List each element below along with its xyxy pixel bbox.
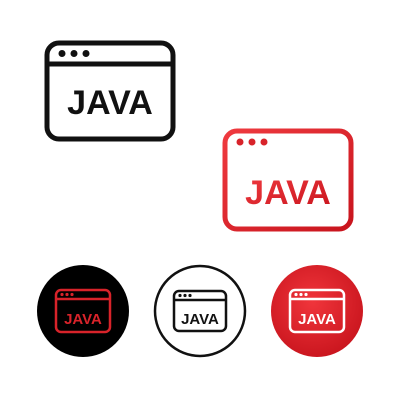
java-browser-icon-outline-circle: JAVA (153, 264, 247, 358)
java-browser-icon-black-outline: JAVA (44, 40, 176, 142)
circle-badge-icon: JAVA (271, 265, 363, 357)
java-browser-icon-red-outline: JAVA (222, 128, 354, 232)
java-label: JAVA (245, 174, 331, 212)
window-dot-icon (65, 292, 69, 297)
window-dot-icon (294, 292, 298, 297)
browser-window-icon: JAVA (44, 40, 176, 142)
circle-badge-icon: JAVA (153, 264, 247, 358)
java-label: JAVA (64, 311, 102, 328)
window-dot-icon (248, 138, 256, 146)
window-dot-icon (183, 293, 187, 298)
window-dot-icon (70, 50, 78, 57)
window-dot-icon (178, 293, 182, 298)
window-dot-icon (260, 138, 268, 146)
window-dot-icon (299, 292, 303, 297)
java-label: JAVA (298, 311, 336, 328)
java-label: JAVA (181, 311, 219, 328)
java-browser-icon-black-circle: JAVA (36, 264, 130, 358)
window-dot-icon (236, 138, 244, 146)
window-dot-icon (70, 292, 74, 297)
window-dot-icon (60, 292, 64, 297)
window-dot-icon (304, 292, 308, 297)
icon-set-canvas: JAVA JAVA JAVA JAVA JAVA (0, 0, 400, 400)
window-dot-icon (82, 50, 90, 57)
java-browser-icon-red-circle: JAVA (270, 264, 364, 358)
browser-window-icon: JAVA (222, 128, 354, 232)
window-dot-icon (188, 293, 192, 298)
window-dot-icon (58, 50, 66, 57)
circle-badge-icon: JAVA (37, 265, 129, 357)
java-label: JAVA (67, 84, 153, 122)
